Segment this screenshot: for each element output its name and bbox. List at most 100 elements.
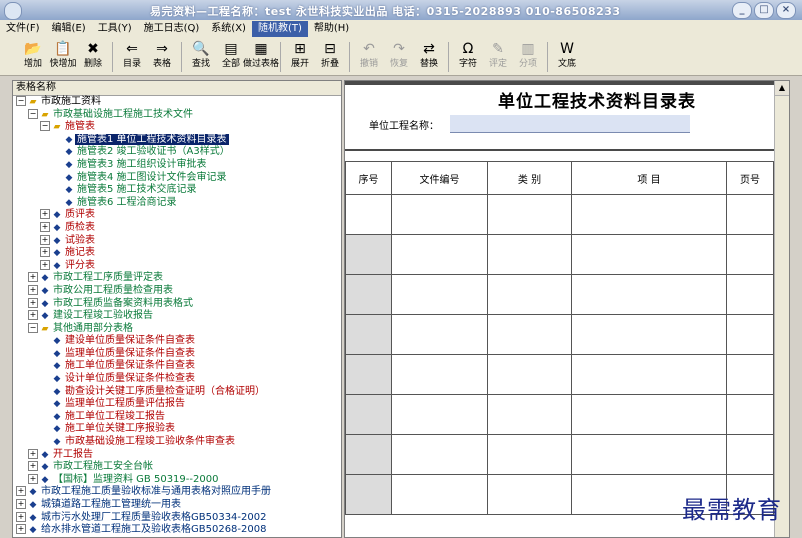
- table-cell[interactable]: [345, 394, 392, 435]
- tree-item[interactable]: + ◆ 市政公用工程质量检查用表: [13, 284, 341, 298]
- toolbar-button[interactable]: ✎ 评定: [483, 38, 513, 70]
- tree-item[interactable]: + ◆ 建设工程竣工验收报告: [13, 310, 341, 323]
- table-cell[interactable]: [345, 194, 392, 235]
- tree-item[interactable]: ◆ 设计单位质量保证条件检查表: [13, 373, 341, 386]
- tree-item[interactable]: + ◆ 市政工程施工质量验收标准与通用表格对照应用手册: [13, 486, 341, 499]
- toolbar-button[interactable]: 📋 快增加: [48, 38, 78, 70]
- table-cell[interactable]: [391, 194, 488, 235]
- menu-item[interactable]: 编辑(E): [46, 21, 92, 37]
- project-name-field[interactable]: [450, 115, 690, 133]
- tree-item[interactable]: ◆ 施工单位质量保证条件自查表: [13, 360, 341, 373]
- close-button[interactable]: ×: [776, 2, 796, 19]
- minimize-button[interactable]: _: [732, 2, 752, 19]
- expand-icon[interactable]: +: [28, 297, 38, 308]
- expand-icon[interactable]: +: [28, 310, 38, 321]
- expand-icon[interactable]: +: [40, 247, 50, 258]
- menu-item[interactable]: 工具(Y): [92, 21, 138, 37]
- toolbar-button[interactable]: ✖ 删除: [78, 38, 108, 70]
- table-cell[interactable]: [391, 314, 488, 355]
- tree-item[interactable]: ◆ 施管表6 工程洽商记录: [13, 197, 341, 210]
- tree-item[interactable]: + ◆ 质评表: [13, 209, 341, 222]
- expand-icon[interactable]: +: [16, 511, 26, 522]
- expand-icon[interactable]: +: [28, 461, 38, 472]
- tree-item[interactable]: + ◆ 市政工程工序质量评定表: [13, 272, 341, 285]
- tree-item[interactable]: + ◆ 试验表: [13, 234, 341, 248]
- table-cell[interactable]: [345, 434, 392, 475]
- table-cell[interactable]: [487, 274, 572, 315]
- tree-item[interactable]: ◆ 施管表1 单位工程技术资料目录表: [13, 133, 341, 147]
- table-cell[interactable]: [571, 354, 727, 395]
- tree-item[interactable]: + ◆ 城市污水处理厂工程质量验收表格GB50334-2002: [13, 511, 341, 525]
- table-cell[interactable]: [726, 234, 774, 275]
- toolbar-button[interactable]: ⊟ 折叠: [315, 38, 345, 70]
- table-cell[interactable]: [487, 194, 572, 235]
- tree-item[interactable]: ◆ 市政基础设施工程竣工验收条件审查表: [13, 436, 341, 449]
- toolbar-button[interactable]: 🔍 查找: [186, 38, 216, 70]
- table-cell[interactable]: [345, 234, 392, 275]
- tree-item[interactable]: + ◆ 给水排水管道工程施工及验收表格GB50268-2008: [13, 524, 341, 537]
- tree-item[interactable]: + ◆ 市政工程质监备案资料用表格式: [13, 297, 341, 311]
- tree-item[interactable]: ◆ 勘查设计关键工序质量检查证明（合格证明）: [13, 386, 341, 399]
- table-cell[interactable]: [571, 194, 727, 235]
- toolbar-button[interactable]: ↶ 撤销: [354, 38, 384, 70]
- expand-icon[interactable]: +: [16, 486, 26, 497]
- table-cell[interactable]: [391, 474, 488, 515]
- tree-item[interactable]: + ◆ 【国标】监理资料 GB 50319--2000: [13, 473, 341, 487]
- table-cell[interactable]: [391, 434, 488, 475]
- toolbar-button[interactable]: ⊞ 展开: [285, 38, 315, 70]
- tree-item[interactable]: + ◆ 城镇道路工程施工管理统一用表: [13, 499, 341, 512]
- menu-item[interactable]: 随机教(T): [251, 21, 308, 37]
- toolbar-button[interactable]: Ω 字符: [453, 38, 483, 70]
- table-cell[interactable]: [487, 354, 572, 395]
- menu-item[interactable]: 文件(F): [0, 21, 46, 37]
- tree-item[interactable]: + ◆ 施记表: [13, 247, 341, 260]
- tree-item[interactable]: − ▰ 市政施工资料: [13, 96, 341, 109]
- collapse-icon[interactable]: −: [28, 322, 38, 333]
- table-cell[interactable]: [571, 314, 727, 355]
- table-cell[interactable]: [571, 434, 727, 475]
- menu-item[interactable]: 施工日志(Q): [138, 21, 206, 37]
- menu-item[interactable]: 系统(X): [205, 21, 252, 37]
- tree-item[interactable]: + ◆ 质检表: [13, 221, 341, 235]
- expand-icon[interactable]: +: [16, 524, 26, 535]
- toolbar-button[interactable]: ▥ 分项: [513, 38, 543, 70]
- menu-item[interactable]: 帮助(H): [308, 21, 355, 37]
- toolbar-button[interactable]: 📂 增加: [18, 38, 48, 70]
- toolbar-button[interactable]: ⇐ 目录: [117, 38, 147, 70]
- table-cell[interactable]: [487, 474, 572, 515]
- expand-icon[interactable]: +: [28, 272, 38, 283]
- tree-item[interactable]: ◆ 监理单位工程质量评估报告: [13, 398, 341, 411]
- tree-item[interactable]: − ▰ 市政基础设施工程施工技术文件: [13, 108, 341, 122]
- toolbar-button[interactable]: ↷ 恢复: [384, 38, 414, 70]
- table-cell[interactable]: [726, 194, 774, 235]
- table-cell[interactable]: [345, 274, 392, 315]
- tree-item[interactable]: ◆ 监理单位质量保证条件自查表: [13, 348, 341, 361]
- table-cell[interactable]: [726, 274, 774, 315]
- tree-item[interactable]: + ◆ 评分表: [13, 259, 341, 273]
- table-cell[interactable]: [487, 314, 572, 355]
- maximize-button[interactable]: □: [754, 2, 774, 19]
- scroll-up-icon[interactable]: ▲: [775, 81, 789, 96]
- table-cell[interactable]: [345, 354, 392, 395]
- toolbar-button[interactable]: ▤ 全部: [216, 38, 246, 70]
- tree-item[interactable]: ◆ 施工单位关键工序报验表: [13, 423, 341, 436]
- tree-item[interactable]: − ▰ 其他通用部分表格: [13, 322, 341, 336]
- table-cell[interactable]: [487, 434, 572, 475]
- expand-icon[interactable]: +: [28, 448, 38, 459]
- app-icon[interactable]: [4, 2, 22, 20]
- collapse-icon[interactable]: −: [28, 108, 38, 119]
- table-cell[interactable]: [726, 314, 774, 355]
- expand-icon[interactable]: +: [16, 499, 26, 509]
- expand-icon[interactable]: +: [28, 284, 38, 295]
- table-cell[interactable]: [487, 234, 572, 275]
- table-cell[interactable]: [726, 394, 774, 435]
- toolbar-button[interactable]: W 文底: [552, 38, 582, 70]
- expand-icon[interactable]: +: [40, 221, 50, 232]
- table-cell[interactable]: [391, 394, 488, 435]
- table-cell[interactable]: [571, 394, 727, 435]
- table-cell[interactable]: [391, 234, 488, 275]
- table-cell[interactable]: [571, 274, 727, 315]
- tree-item[interactable]: ◆ 施管表5 施工技术交底记录: [13, 184, 341, 197]
- expand-icon[interactable]: +: [40, 209, 50, 220]
- toolbar-button[interactable]: ⇄ 替换: [414, 38, 444, 70]
